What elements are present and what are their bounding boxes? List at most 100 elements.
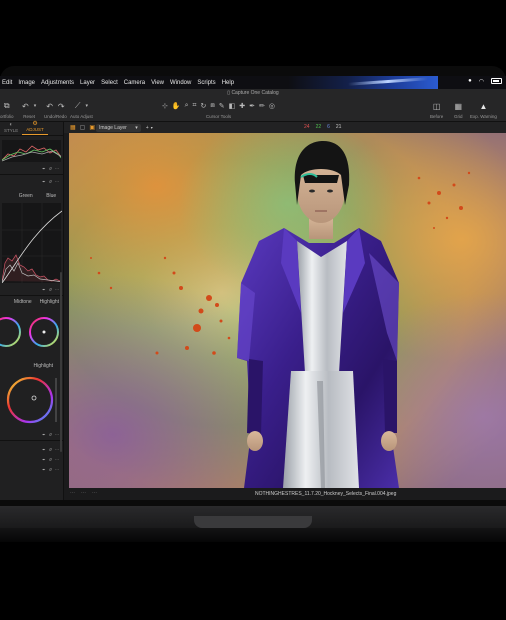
undo-redo-button[interactable]: ↶ ↷ Undo/Redo [44,100,67,120]
viewer-status-icons: ⋯ ⋯ ⋯ [70,490,97,496]
menu-layer[interactable]: Layer [80,80,95,86]
mac-menu-bar: Edit Image Adjustments Layer Select Came… [0,76,506,89]
exposure-warning-button[interactable]: ▲ Exp. Warning [470,100,497,120]
menu-help[interactable]: Help [222,80,234,86]
portfolio-tool[interactable]: ⧉ ortfolio [0,100,14,119]
reset-small-icon[interactable]: ↺ [49,432,52,438]
menu-edit[interactable]: Edit [2,80,12,86]
pipette-icon[interactable]: ✒ [42,447,45,453]
reset-small-icon[interactable]: ↺ [49,447,52,453]
pan-hand-icon[interactable]: ✋ [172,102,181,110]
pipette-icon[interactable]: ✒ [42,287,45,293]
before-after-icon: ◫ [432,101,441,111]
more-icon[interactable]: ⋯ [55,447,59,453]
add-layer-icon[interactable]: + [146,125,149,131]
crop-icon[interactable]: ⌗ [193,102,197,110]
reset-small-icon[interactable]: ↺ [49,166,52,172]
select-cursor-icon[interactable]: ⊹ [162,102,168,110]
layer-grid-icon[interactable]: ▦ [70,124,76,131]
before-button[interactable]: ◫ Before [430,100,443,120]
left-hand [247,431,263,451]
extra-tool-icons-1: ✒ ↺ ⋯ [0,447,63,453]
magic-wand-icon: ⟋ [74,101,81,110]
brush-icon[interactable]: ✎ [219,102,225,110]
menu-select[interactable]: Select [101,80,118,86]
curve-editor[interactable] [1,203,63,284]
chevron-down-icon: ▾ [33,103,37,109]
shirt [297,241,347,373]
color-readout: 24 22 6 21 [304,124,341,130]
layer-select[interactable]: Image Layer [96,123,141,132]
tab-style[interactable]: ◐ STYLE [0,122,22,135]
keystone-icon[interactable]: ⧈ [210,102,214,110]
photo-viewer[interactable] [69,133,506,488]
more-icon[interactable]: ⋯ [55,432,59,438]
more-icon[interactable]: ⋯ [55,457,59,463]
wifi-icon[interactable]: ◠ [479,78,484,85]
redo-icon: ↷ [57,101,65,111]
photo-image [69,133,506,488]
layer-icon[interactable]: ▣ [89,124,95,131]
more-icon[interactable]: ⋯ [92,490,97,496]
histogram [2,140,61,162]
gradient-icon[interactable]: ◧ [229,102,236,110]
curve-channels: Green Blue [12,193,63,199]
reset-small-icon[interactable]: ↺ [49,457,52,463]
white-balance-icon[interactable]: ◎ [269,102,275,110]
warning-icon: ▲ [479,101,488,111]
more-icon[interactable]: ⋯ [55,166,59,172]
reset-small-icon[interactable]: ↺ [49,467,52,473]
spotlight-icon[interactable]: ● [468,78,472,85]
heal-icon[interactable]: ✚ [239,102,245,110]
document-icon: ▯ [227,90,231,96]
label-highlight: Highlight [39,299,60,305]
menu-scripts[interactable]: Scripts [197,80,215,86]
eyedropper-icon[interactable]: ✒ [249,102,255,110]
pipette-icon[interactable]: ✒ [42,179,45,185]
channel-green[interactable]: Green [19,193,33,199]
channel-blue[interactable]: Blue [46,193,56,199]
readout-luma: 21 [335,124,342,130]
auto-adjust-button[interactable]: ⟋ ▾ Auto Adjust [70,100,93,119]
menu-image[interactable]: Image [18,80,35,86]
annotate-icon[interactable]: ✏ [259,102,265,110]
reset-icon: ↶ [22,101,29,111]
menu-adjustments[interactable]: Adjustments [41,80,74,86]
panel-scrollbar[interactable] [60,272,62,452]
tab-adjust[interactable]: ⚙ ADJUST [22,120,48,135]
status-icons: ● ◠ [468,78,502,85]
pipette-icon[interactable]: ✒ [42,457,45,463]
laptop-opening-notch [194,516,312,528]
reset-small-icon[interactable]: ↺ [49,179,52,185]
curve-bottom-icons: ✒ ↺ ⋯ [0,287,63,293]
chevron-down-icon: ▾ [85,103,88,109]
menu-view[interactable]: View [151,80,164,86]
rotate-icon[interactable]: ↻ [200,102,206,110]
menu-window[interactable]: Window [170,80,191,86]
divider [0,295,63,296]
more-icon[interactable]: ⋯ [81,490,86,496]
chevron-down-icon[interactable]: ▾ [151,125,153,130]
more-icon[interactable]: ⋯ [55,287,59,293]
grid-icon: ▦ [454,101,463,111]
zoom-icon[interactable]: ⌕ [185,102,189,110]
pipette-icon[interactable]: ✒ [42,467,45,473]
pipette-icon[interactable]: ✒ [42,432,45,438]
reset-button[interactable]: ↶ ▾ Reset [22,100,37,120]
tool-panel: ◐ STYLE ⚙ ADJUST ✒ ↺ ⋯ ✒ ↺ ⋯ Green Blue … [0,120,64,500]
battery-icon[interactable] [491,78,502,84]
color-wheels-row-2 [0,372,63,432]
menu-camera[interactable]: Camera [124,80,145,86]
panel-tabs: ◐ STYLE ⚙ ADJUST [0,120,63,136]
mask-icon[interactable]: ▢ [80,124,86,131]
pipette-icon[interactable]: ✒ [42,166,45,172]
more-icon[interactable]: ⋯ [55,179,59,185]
color-balance-labels-2: Highlight [0,363,63,369]
extra-tool-icons-2: ✒ ↺ ⋯ [0,457,63,463]
reset-small-icon[interactable]: ↺ [49,287,52,293]
label-highlight-2: Highlight [33,363,53,369]
grid-button[interactable]: ▦ Grid [454,100,463,120]
divider [0,174,63,175]
more-icon[interactable]: ⋯ [55,467,59,473]
more-icon[interactable]: ⋯ [70,490,75,496]
